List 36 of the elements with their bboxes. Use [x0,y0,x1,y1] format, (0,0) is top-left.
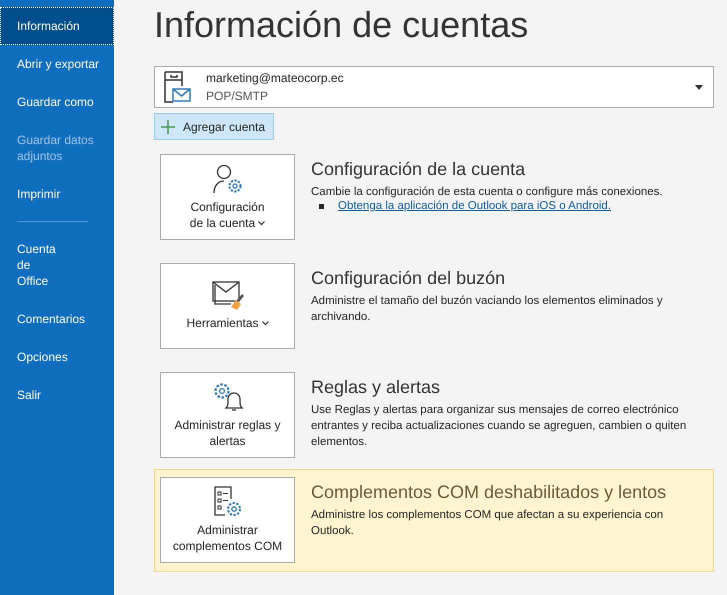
chevron-icon [258,221,266,226]
person-gear-icon [212,163,244,195]
chevron-icon [262,321,269,326]
sidebar-item[interactable]: Abrir y exportar [0,45,114,83]
sidebar-item[interactable]: Cuenta de Office [0,230,114,300]
gear-bell-icon [212,381,244,413]
account-type: POP/SMTP [206,88,270,105]
section-description: Administre el tamaño del buzón vaciando los elementos eliminados y archivando. [311,294,664,325]
sidebar-item[interactable]: Salir [0,376,114,414]
section-heading: Reglas y alertas [311,376,442,398]
tile-button[interactable]: Administrar reglas y alertas [160,372,295,458]
section-description: Administre los complementos COM que afectan a su experiencia con Outlook. [311,508,664,539]
section-heading: Complementos COM deshabilitados y lentos [311,481,668,503]
section-description: Use Reglas y alertas para organizar sus mensajes de correo electrónico entrantes y reciba actualizaciones cuando se agreguen, cambien o quiten elementos. [311,403,688,450]
plus-icon [161,120,175,134]
bullet-icon [319,204,324,208]
section-heading: Configuración de la cuenta [311,158,526,180]
section-description: Cambie la configuración de esta cuenta o configure más conexiones. [311,185,663,200]
sidebar-item[interactable]: Opciones [0,338,114,376]
list-gear-icon [212,486,242,518]
section-heading: Configuración del buzón [311,267,506,289]
account-dropdown[interactable]: marketing@mateocorp.ec POP/SMTP [154,66,714,108]
envelope-brush-icon [212,281,244,311]
outlook-app-link[interactable]: Obtenga la aplicación de Outlook para iOS o Android. [338,200,611,212]
add-account-button[interactable]: Agregar cuenta [154,113,274,140]
sidebar-item[interactable]: Imprimir [0,175,114,213]
sidebar-item[interactable]: Guardar como [0,83,114,121]
tile-button[interactable]: Configuración de la cuenta [160,154,295,240]
page-title: Información de cuentas [154,4,530,46]
tile-button[interactable]: Herramientas [160,263,295,349]
sidebar-item[interactable]: Comentarios [0,300,114,338]
sidebar-item[interactable]: Información [0,7,114,45]
tile-button[interactable]: Administrar complementos COM [160,477,295,563]
mailbox-icon [163,71,191,103]
account-email: marketing@mateocorp.ec [206,70,345,87]
caret-icon [695,84,703,90]
